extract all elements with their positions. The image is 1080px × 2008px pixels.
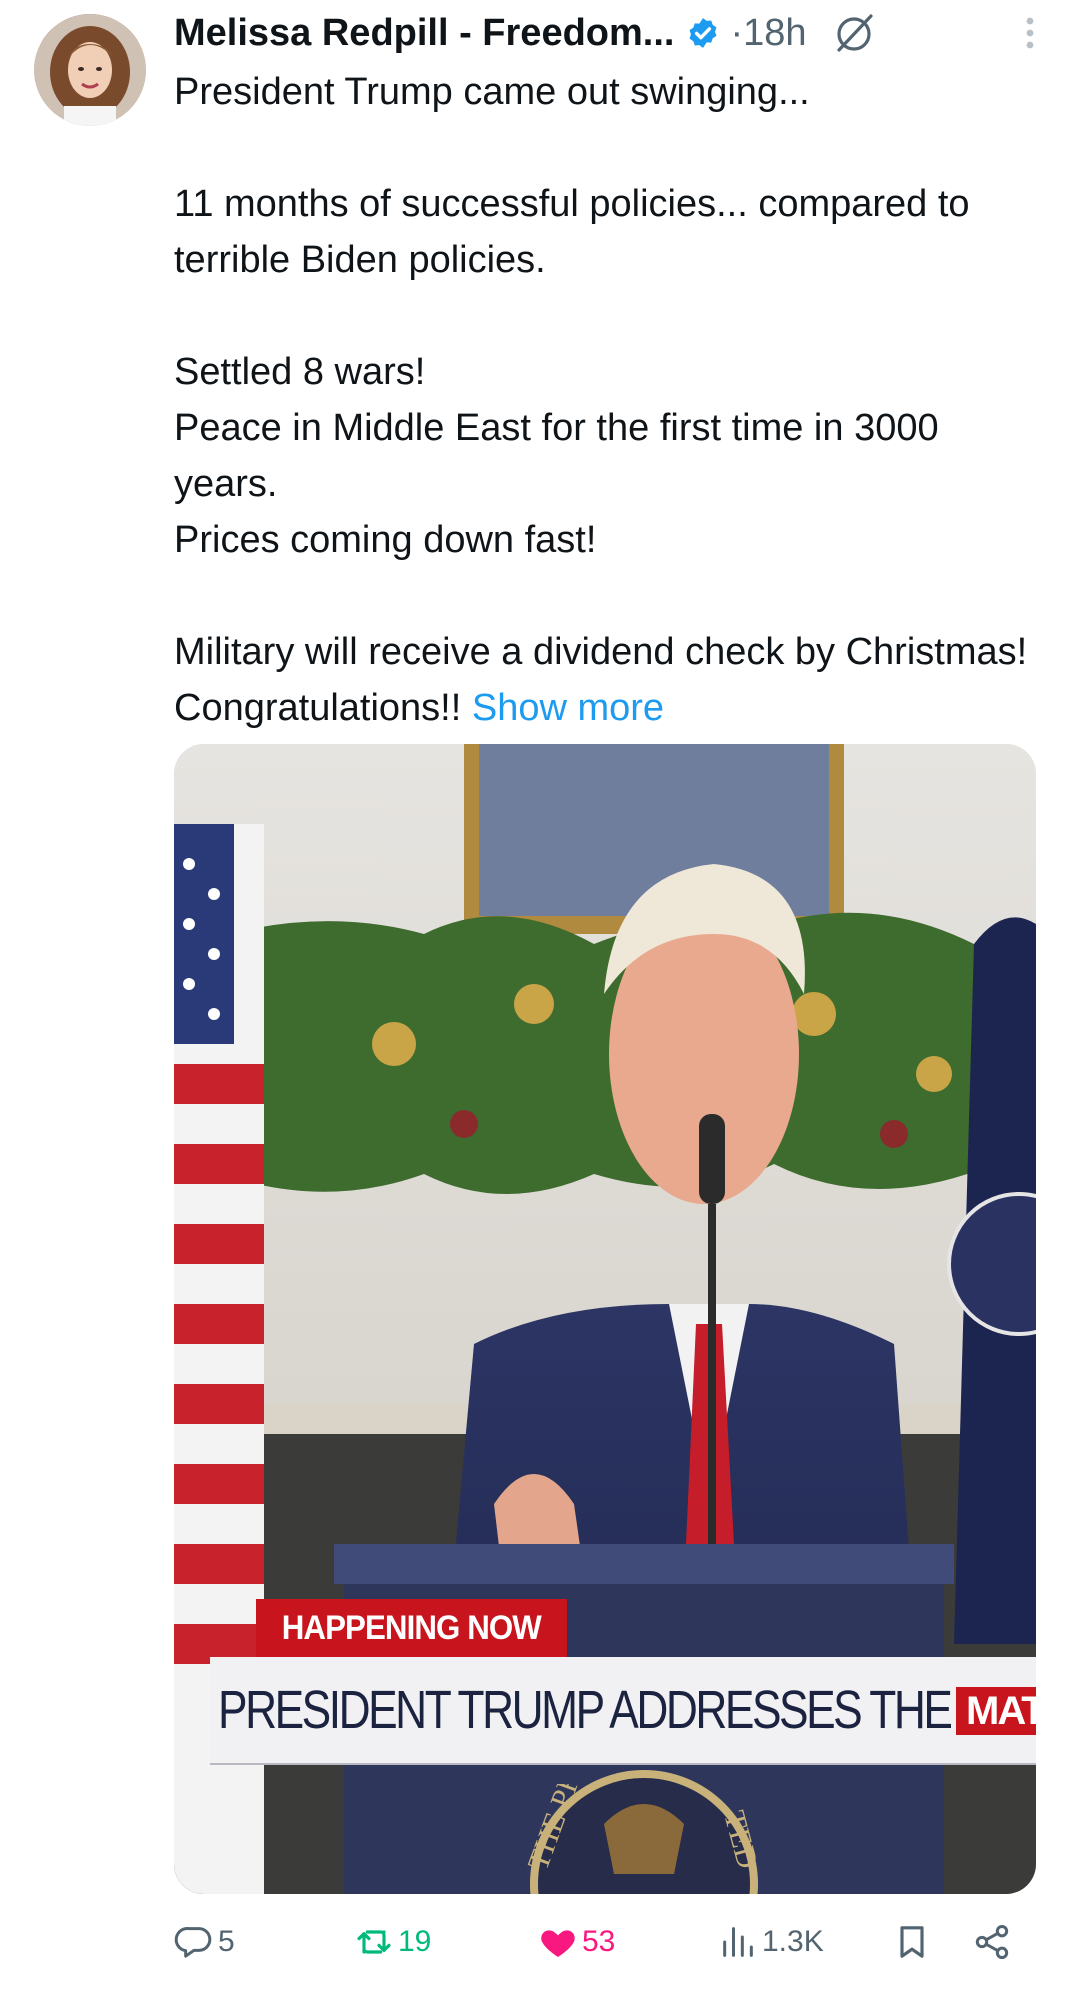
- reply-count: 5: [218, 1925, 235, 1958]
- repost-count: 19: [398, 1925, 432, 1958]
- grok-icon[interactable]: [831, 10, 877, 56]
- display-name[interactable]: Melissa Redpill - Freedom...: [174, 12, 674, 55]
- post-text-line: President Trump came out swinging...: [174, 71, 810, 113]
- post-text-line: 11 months of successful policies... comp…: [174, 183, 970, 281]
- post-text-line: Settled 8 wars!: [174, 351, 426, 393]
- seal-text-right: TED: [717, 1807, 764, 1872]
- post-text-line: Peace in Middle East for the first time …: [174, 407, 939, 505]
- bookmark-button[interactable]: [892, 1912, 932, 1972]
- post-text-line-last: Military will receive a dividend check b…: [174, 624, 1034, 736]
- more-vertical-icon[interactable]: [1022, 10, 1038, 56]
- bookmark-icon: [900, 1926, 924, 1958]
- happening-now-tag: HAPPENING NOW: [256, 1599, 567, 1657]
- seal-text-left: THE PR: [524, 1784, 588, 1874]
- post[interactable]: Melissa Redpill - Freedom... ·18h Presid…: [0, 0, 1080, 2008]
- views-button[interactable]: 1.3K: [718, 1912, 824, 1972]
- avatar[interactable]: [34, 14, 146, 126]
- verified-badge-icon[interactable]: [686, 16, 720, 50]
- show-more-link[interactable]: Show more: [472, 687, 664, 729]
- post-image[interactable]: HAPPENING NOW PRESIDENT TRUMP ADDRESSES …: [174, 744, 1036, 1894]
- post-header: Melissa Redpill - Freedom... ·18h: [174, 6, 1054, 60]
- views-count: 1.3K: [762, 1925, 824, 1958]
- chyron-headline: PRESIDENT TRUMP ADDRESSES THE NATION: [218, 1680, 1036, 1740]
- heart-filled-icon: [541, 1930, 575, 1957]
- like-button[interactable]: 53: [538, 1912, 615, 1972]
- reply-icon: [174, 1927, 212, 1958]
- repost-button[interactable]: 19: [354, 1912, 431, 1972]
- share-icon: [975, 1925, 1009, 1959]
- seal-text: THE PR TED: [524, 1784, 764, 1874]
- views-bar-icon: [723, 1927, 753, 1957]
- news-chyron: PRESIDENT TRUMP ADDRESSES THE NATION MAT…: [210, 1657, 1036, 1763]
- share-button[interactable]: [972, 1912, 1012, 1972]
- avatar-image: [34, 14, 146, 126]
- post-text-line: Prices coming down fast!: [174, 519, 597, 561]
- chyron-name-tag: MATT: [956, 1687, 1036, 1735]
- post-timestamp[interactable]: ·18h: [730, 12, 806, 55]
- reply-button[interactable]: 5: [174, 1912, 235, 1972]
- post-actions: 5 19 53 1.3K: [174, 1912, 1036, 1972]
- repost-icon: [357, 1930, 391, 1954]
- like-count: 53: [582, 1925, 616, 1958]
- post-text: President Trump came out swinging... 11 …: [174, 64, 1034, 736]
